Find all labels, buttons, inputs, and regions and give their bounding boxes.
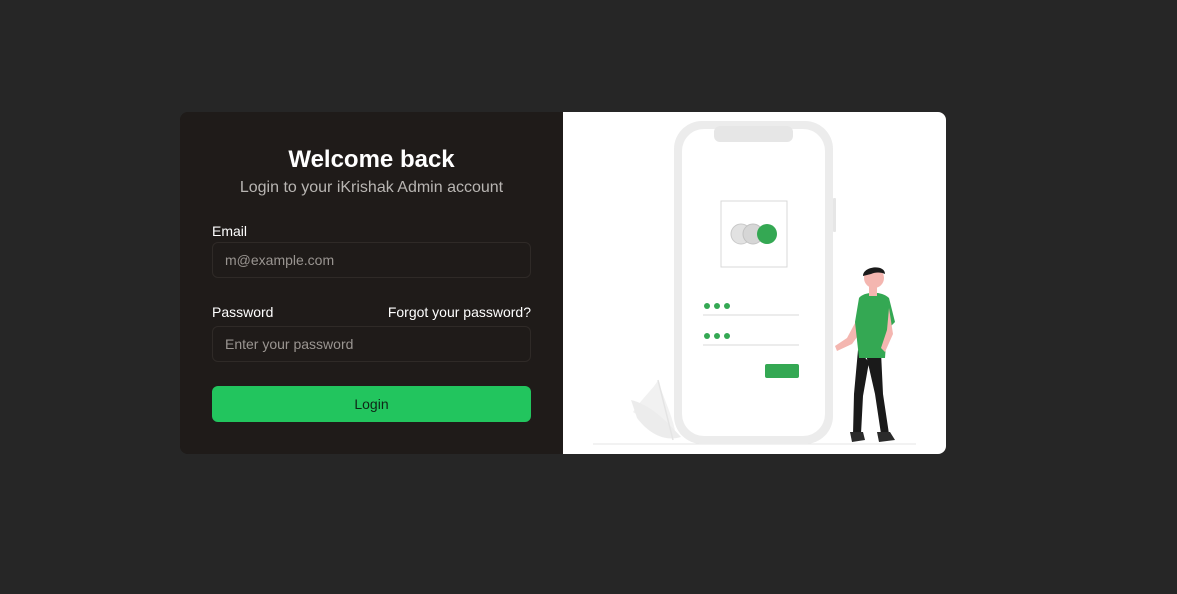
phone-icon	[674, 121, 836, 444]
login-form-panel: Welcome back Login to your iKrishak Admi…	[180, 112, 563, 454]
login-card: Welcome back Login to your iKrishak Admi…	[180, 112, 946, 454]
person-icon	[835, 267, 895, 442]
login-button[interactable]: Login	[212, 386, 531, 422]
mobile-login-illustration	[593, 121, 916, 445]
forgot-password-link[interactable]: Forgot your password?	[388, 304, 531, 320]
email-label: Email	[212, 223, 248, 239]
phone-button-icon	[765, 364, 799, 378]
email-field[interactable]	[212, 242, 531, 278]
page-title: Welcome back	[288, 146, 455, 173]
password-field[interactable]	[212, 326, 531, 362]
password-label: Password	[212, 304, 274, 320]
illustration-panel	[563, 112, 946, 454]
card-logo-icon	[720, 200, 788, 268]
page-subtitle: Login to your iKrishak Admin account	[239, 179, 504, 196]
plant-icon	[631, 379, 681, 441]
